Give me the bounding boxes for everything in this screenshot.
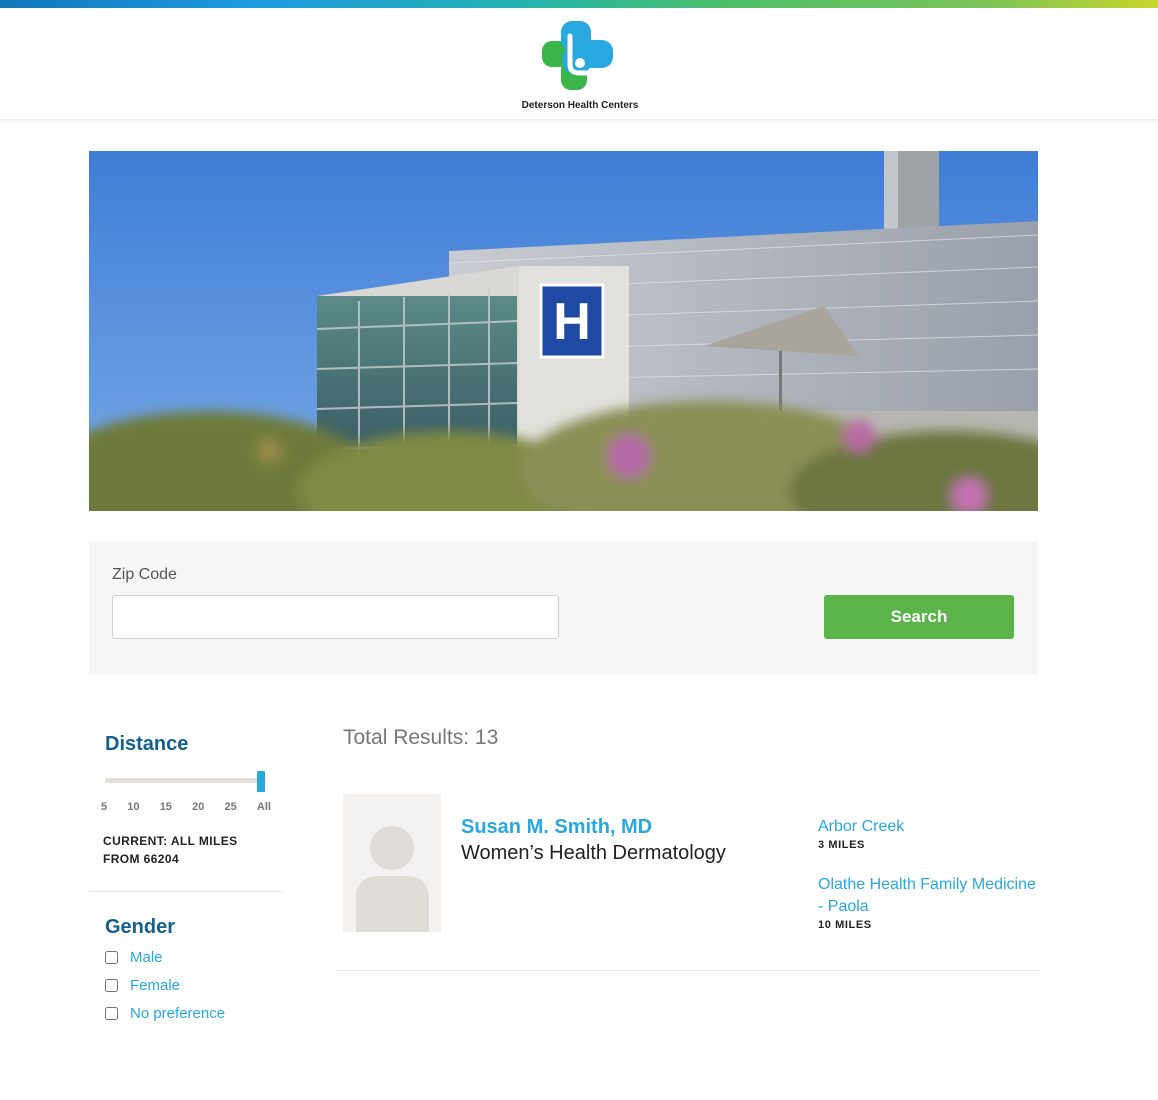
distance-tick: 20 — [192, 801, 205, 813]
brand-color-stripe — [0, 0, 1158, 8]
zip-code-label: Zip Code — [112, 566, 177, 583]
gender-filter-title: Gender — [105, 916, 176, 938]
provider-location: Arbor Creek 3 MILES — [818, 816, 1040, 851]
search-button[interactable]: Search — [824, 595, 1014, 639]
provider-specialty: Women’s Health Dermatology — [461, 842, 726, 864]
avatar-body-shape — [356, 876, 429, 932]
gender-option-label[interactable]: Female — [130, 977, 180, 994]
gender-no-preference-checkbox[interactable] — [105, 1007, 118, 1020]
gender-option-female[interactable]: Female — [105, 977, 180, 994]
avatar-head-shape — [370, 826, 414, 870]
search-panel: Zip Code Search — [89, 541, 1038, 675]
hospital-sign-letter: H — [553, 293, 591, 351]
gender-female-checkbox[interactable] — [105, 979, 118, 992]
distance-current-text: CURRENT: ALL MILES FROM 66204 — [103, 834, 238, 866]
gender-option-label[interactable]: Male — [130, 949, 163, 966]
location-name-link[interactable]: Olathe Health Family Medicine - Paola — [818, 876, 1036, 915]
distance-tick: 10 — [127, 801, 140, 813]
sidebar-divider — [89, 891, 282, 892]
distance-tick: 5 — [101, 801, 108, 813]
distance-slider-ticks: 5 10 15 20 25 All — [101, 801, 271, 813]
provider-avatar-placeholder[interactable] — [343, 794, 441, 932]
distance-tick: All — [256, 801, 271, 813]
distance-slider-track[interactable] — [105, 778, 261, 783]
distance-filter-title: Distance — [105, 733, 189, 755]
gender-option-label[interactable]: No preference — [130, 1005, 225, 1022]
location-distance: 3 MILES — [818, 839, 865, 851]
brand-name: Deterson Health Centers — [521, 100, 639, 111]
total-results-count: Total Results: 13 — [343, 726, 499, 749]
hero-hospital-image: H — [89, 151, 1038, 511]
zip-code-input[interactable] — [112, 595, 559, 639]
site-header: Deterson Health Centers — [0, 8, 1158, 120]
distance-tick: 15 — [159, 801, 172, 813]
location-name-link[interactable]: Arbor Creek — [818, 818, 904, 835]
provider-name-link[interactable]: Susan M. Smith, MD — [461, 816, 652, 839]
deterson-logo-icon[interactable] — [539, 18, 615, 94]
location-distance: 10 MILES — [818, 919, 872, 931]
gender-male-checkbox[interactable] — [105, 951, 118, 964]
provider-result-card: Susan M. Smith, MD Women’s Health Dermat… — [337, 794, 1040, 971]
distance-tick: 25 — [224, 801, 237, 813]
gender-option-male[interactable]: Male — [105, 949, 163, 966]
provider-location: Olathe Health Family Medicine - Paola 10… — [818, 874, 1040, 931]
distance-slider-handle[interactable] — [257, 771, 265, 792]
gender-option-no-preference[interactable]: No preference — [105, 1005, 225, 1022]
